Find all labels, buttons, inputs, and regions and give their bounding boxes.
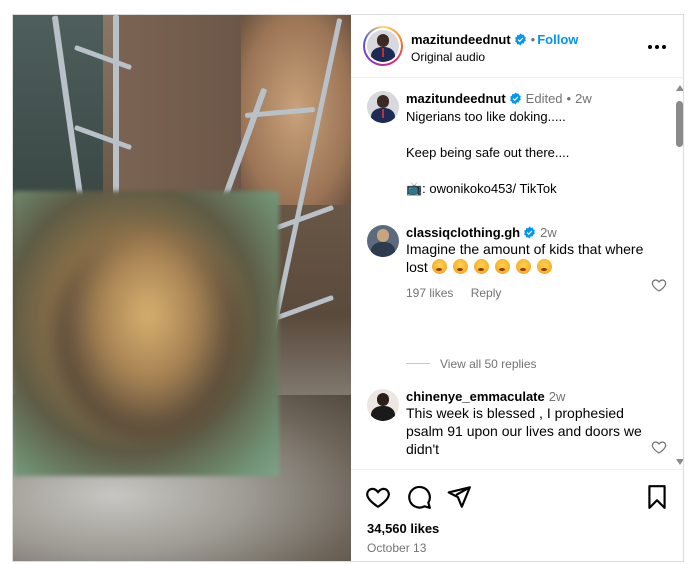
comment-icon[interactable]	[406, 484, 432, 510]
avatar-body	[370, 241, 396, 257]
avatar-face	[376, 393, 390, 407]
comment-avatar[interactable]	[367, 225, 399, 257]
story-ring-inner	[365, 28, 401, 64]
reply-button[interactable]: Reply	[471, 286, 502, 300]
caption-time[interactable]: 2w	[575, 91, 592, 106]
author-avatar[interactable]	[367, 30, 399, 62]
blurred-region	[13, 191, 279, 476]
post-actions: 34,560 likes October 13	[351, 469, 683, 561]
flushed-face-emoji-icon	[494, 259, 510, 274]
scroll-down-arrow[interactable]	[676, 459, 683, 465]
emoji-row	[428, 259, 558, 275]
avatar-body	[370, 405, 396, 421]
comment-item: chinenye_emmaculate 2w This week is bless…	[367, 389, 667, 469]
author-username[interactable]: mazitundeednut	[411, 32, 511, 47]
share-icon[interactable]	[446, 484, 472, 510]
comment-actions: 197 likes Reply	[406, 286, 646, 300]
flushed-face-emoji-icon	[452, 259, 468, 274]
caption-item: mazitundeednut Edited • 2w Nigerians too li…	[367, 91, 667, 201]
flushed-face-emoji-icon	[473, 259, 489, 274]
post-header: mazitundeednut • Follow Original audio	[351, 15, 683, 78]
more-icon[interactable]	[645, 37, 669, 57]
flushed-face-emoji-icon	[431, 259, 447, 274]
comment-item: classiqclothing.gh 2w Imagine the amount …	[367, 225, 667, 345]
header-title-line: mazitundeednut • Follow	[411, 32, 578, 47]
comment-heart-icon[interactable]	[651, 439, 667, 455]
comments-scrollbar[interactable]	[673, 83, 683, 467]
avatar-tie	[381, 47, 385, 58]
comment-likes[interactable]: 197 likes	[406, 286, 453, 300]
media-rebar	[113, 15, 119, 205]
view-replies-label: View all 50 replies	[440, 357, 537, 371]
comment-text: Imagine the amount of kids that where lo…	[406, 240, 646, 276]
flushed-face-emoji-icon	[536, 259, 552, 274]
comment-time[interactable]: 2w	[540, 225, 557, 240]
post-likes[interactable]: 34,560 likes	[367, 521, 439, 536]
bookmark-icon[interactable]	[644, 484, 670, 510]
scroll-up-arrow[interactable]	[676, 85, 683, 91]
post-date[interactable]: October 13	[367, 541, 426, 555]
avatar-face	[376, 34, 390, 48]
view-replies-button[interactable]: View all 50 replies	[406, 357, 537, 371]
verified-icon	[514, 33, 526, 46]
post-video[interactable]	[13, 15, 351, 561]
follow-button[interactable]: Follow	[537, 32, 578, 47]
post-panel: mazitundeednut • Follow Original audio maz…	[351, 15, 683, 561]
scroll-thumb[interactable]	[676, 101, 683, 147]
caption-avatar[interactable]	[367, 91, 399, 123]
comment-meta: chinenye_emmaculate 2w	[406, 389, 646, 404]
replies-line	[406, 363, 430, 364]
comments-list: mazitundeednut Edited • 2w Nigerians too li…	[351, 79, 683, 469]
caption-dot: •	[566, 91, 572, 106]
comment-body: classiqclothing.gh 2w Imagine the amount …	[406, 225, 646, 300]
comment-text: This week is blessed , I prophesied psal…	[406, 405, 646, 457]
caption-meta: mazitundeednut Edited • 2w	[406, 91, 646, 106]
comment-time[interactable]: 2w	[549, 389, 566, 404]
blurred-content	[53, 231, 243, 441]
media-rebar	[275, 294, 335, 321]
comment-author[interactable]: classiqclothing.gh	[406, 225, 520, 240]
verified-icon	[524, 226, 535, 239]
post-dialog: mazitundeednut • Follow Original audio maz…	[12, 14, 684, 562]
comment-author[interactable]: chinenye_emmaculate	[406, 389, 545, 404]
comment-heart-icon[interactable]	[651, 277, 667, 293]
story-ring[interactable]	[363, 26, 403, 66]
comment-body: chinenye_emmaculate 2w This week is bless…	[406, 389, 646, 458]
caption-body: mazitundeednut Edited • 2w Nigerians too li…	[406, 91, 646, 198]
comment-meta: classiqclothing.gh 2w	[406, 225, 646, 240]
header-dot: •	[530, 32, 536, 47]
avatar-face	[376, 229, 390, 243]
verified-icon	[509, 92, 521, 105]
comment-avatar[interactable]	[367, 389, 399, 421]
audio-label[interactable]: Original audio	[411, 50, 485, 64]
media-rebar	[275, 204, 335, 231]
caption-text: Nigerians too like doking..... Keep bein…	[406, 109, 570, 196]
avatar-face	[376, 95, 390, 109]
flushed-face-emoji-icon	[515, 259, 531, 274]
avatar-tie	[381, 108, 385, 119]
like-heart-icon[interactable]	[365, 484, 391, 510]
caption-author[interactable]: mazitundeednut	[406, 91, 506, 106]
edited-label: Edited	[525, 91, 563, 106]
